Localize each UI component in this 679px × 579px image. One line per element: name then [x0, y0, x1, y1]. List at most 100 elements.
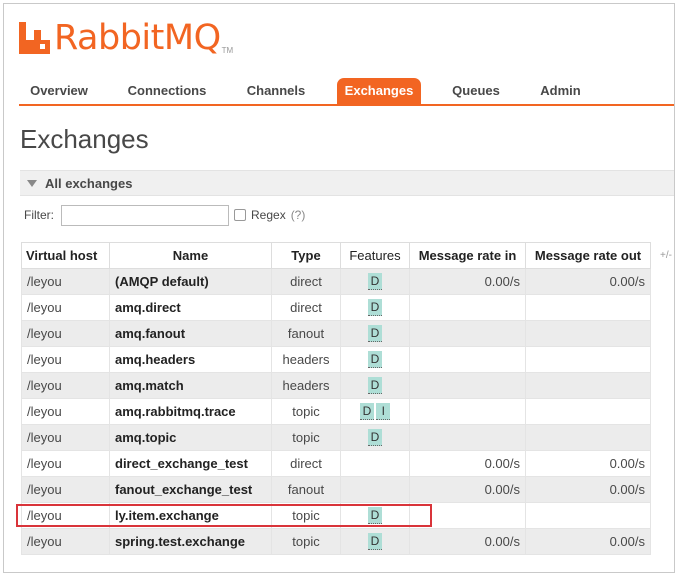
cell-type: direct	[271, 268, 341, 295]
exchange-name-link[interactable]: amq.direct	[109, 294, 272, 321]
cell-features	[340, 450, 410, 477]
exchange-name-link[interactable]: direct_exchange_test	[109, 450, 272, 477]
cell-virtual-host: /leyou	[21, 372, 110, 399]
logo-trademark: TM	[221, 46, 234, 55]
tab-exchanges[interactable]: Exchanges	[337, 78, 421, 104]
cell-features: D	[340, 528, 410, 555]
exchange-name-link[interactable]: amq.topic	[109, 424, 272, 451]
all-exchanges-toggle[interactable]: All exchanges	[20, 170, 674, 196]
cell-virtual-host: /leyou	[21, 528, 110, 555]
cell-rate-in: 0.00/s	[409, 528, 526, 555]
filter-input[interactable]	[61, 204, 229, 226]
cell-rate-in	[409, 502, 526, 529]
cell-features: D	[340, 268, 410, 295]
cell-features: DI	[340, 398, 410, 425]
cell-rate-in	[409, 320, 526, 347]
cell-rate-in	[409, 372, 526, 399]
table-row[interactable]: /leyou (AMQP default) direct D 0.00/s 0.00/s	[21, 268, 651, 295]
tab-admin[interactable]: Admin	[533, 78, 588, 104]
cell-rate-out: 0.00/s	[525, 528, 651, 555]
cell-features: D	[340, 320, 410, 347]
tab-connections[interactable]: Connections	[122, 78, 212, 104]
table-row[interactable]: /leyou ly.item.exchange topic D	[21, 502, 651, 529]
cell-rate-in: 0.00/s	[409, 450, 526, 477]
exchanges-table: Virtual host Name Type Features Message …	[21, 242, 651, 555]
exchange-name-link[interactable]: spring.test.exchange	[109, 528, 272, 555]
table-row[interactable]: /leyou direct_exchange_test direct 0.00/s 0.…	[21, 450, 651, 477]
exchange-name-link[interactable]: amq.match	[109, 372, 272, 399]
cell-rate-out	[525, 502, 651, 529]
cell-rate-in	[409, 294, 526, 321]
regex-checkbox[interactable]	[234, 209, 246, 221]
col-name[interactable]: Name	[109, 242, 272, 269]
cell-rate-in	[409, 424, 526, 451]
cell-features: D	[340, 346, 410, 373]
cell-rate-in: 0.00/s	[409, 268, 526, 295]
table-row[interactable]: /leyou amq.match headers D	[21, 372, 651, 399]
feature-badge: D	[367, 351, 383, 368]
exchange-name-link[interactable]: (AMQP default)	[109, 268, 272, 295]
exchange-name-link[interactable]: amq.headers	[109, 346, 272, 373]
cell-virtual-host: /leyou	[21, 502, 110, 529]
col-features[interactable]: Features	[340, 242, 410, 269]
feature-badge: D	[367, 429, 383, 446]
table-row[interactable]: /leyou amq.topic topic D	[21, 424, 651, 451]
filter-bar: Filter: Regex (?)	[24, 204, 305, 226]
cell-rate-out	[525, 294, 651, 321]
rabbitmq-logo[interactable]: RabbitMQ TM	[19, 21, 234, 56]
exchange-name-link[interactable]: amq.rabbitmq.trace	[109, 398, 272, 425]
cell-type: fanout	[271, 476, 341, 503]
cell-virtual-host: /leyou	[21, 398, 110, 425]
tab-queues[interactable]: Queues	[446, 78, 506, 104]
cell-type: topic	[271, 424, 341, 451]
col-message-rate-in[interactable]: Message rate in	[409, 242, 526, 269]
cell-virtual-host: /leyou	[21, 320, 110, 347]
cell-type: topic	[271, 528, 341, 555]
cell-rate-out: 0.00/s	[525, 476, 651, 503]
cell-type: headers	[271, 372, 341, 399]
cell-features: D	[340, 502, 410, 529]
cell-type: fanout	[271, 320, 341, 347]
cell-rate-in	[409, 346, 526, 373]
exchange-name-link[interactable]: ly.item.exchange	[109, 502, 272, 529]
table-row[interactable]: /leyou amq.headers headers D	[21, 346, 651, 373]
cell-virtual-host: /leyou	[21, 346, 110, 373]
cell-features	[340, 476, 410, 503]
feature-badge: D	[367, 273, 383, 290]
regex-help-link[interactable]: (?)	[291, 208, 306, 222]
table-row[interactable]: /leyou amq.fanout fanout D	[21, 320, 651, 347]
cell-type: topic	[271, 502, 341, 529]
cell-rate-out	[525, 424, 651, 451]
cell-rate-in: 0.00/s	[409, 476, 526, 503]
feature-badge: D	[367, 325, 383, 342]
page-title: Exchanges	[20, 124, 149, 154]
cell-rate-out	[525, 346, 651, 373]
cell-features: D	[340, 294, 410, 321]
table-row[interactable]: /leyou amq.rabbitmq.trace topic D I	[21, 398, 651, 425]
column-toggle-button[interactable]: +/-	[660, 250, 672, 261]
cell-virtual-host: /leyou	[21, 450, 110, 477]
exchanges-table-body: /leyou (AMQP default) direct D 0.00/s 0.00/s /…	[21, 268, 651, 555]
col-type[interactable]: Type	[271, 242, 341, 269]
feature-badge: D	[359, 403, 375, 420]
col-message-rate-out[interactable]: Message rate out	[525, 242, 651, 269]
table-row[interactable]: /leyou fanout_exchange_test fanout 0.00/s 0.…	[21, 476, 651, 503]
cell-rate-in	[409, 398, 526, 425]
collapse-triangle-icon	[27, 180, 37, 187]
cell-virtual-host: /leyou	[21, 476, 110, 503]
col-virtual-host[interactable]: Virtual host	[21, 242, 110, 269]
exchange-name-link[interactable]: amq.fanout	[109, 320, 272, 347]
exchange-name-link[interactable]: fanout_exchange_test	[109, 476, 272, 503]
cell-type: headers	[271, 346, 341, 373]
tab-overview[interactable]: Overview	[24, 78, 94, 104]
feature-badge: D	[367, 299, 383, 316]
cell-features: D	[340, 424, 410, 451]
cell-virtual-host: /leyou	[21, 268, 110, 295]
table-row[interactable]: /leyou amq.direct direct D	[21, 294, 651, 321]
tab-channels[interactable]: Channels	[241, 78, 311, 104]
cell-virtual-host: /leyou	[21, 294, 110, 321]
main-nav: Overview Connections Channels Exchanges …	[19, 78, 674, 106]
cell-rate-out	[525, 398, 651, 425]
feature-badge: D	[367, 377, 383, 394]
table-row[interactable]: /leyou spring.test.exchange topic D 0.00/s 0.…	[21, 528, 651, 555]
